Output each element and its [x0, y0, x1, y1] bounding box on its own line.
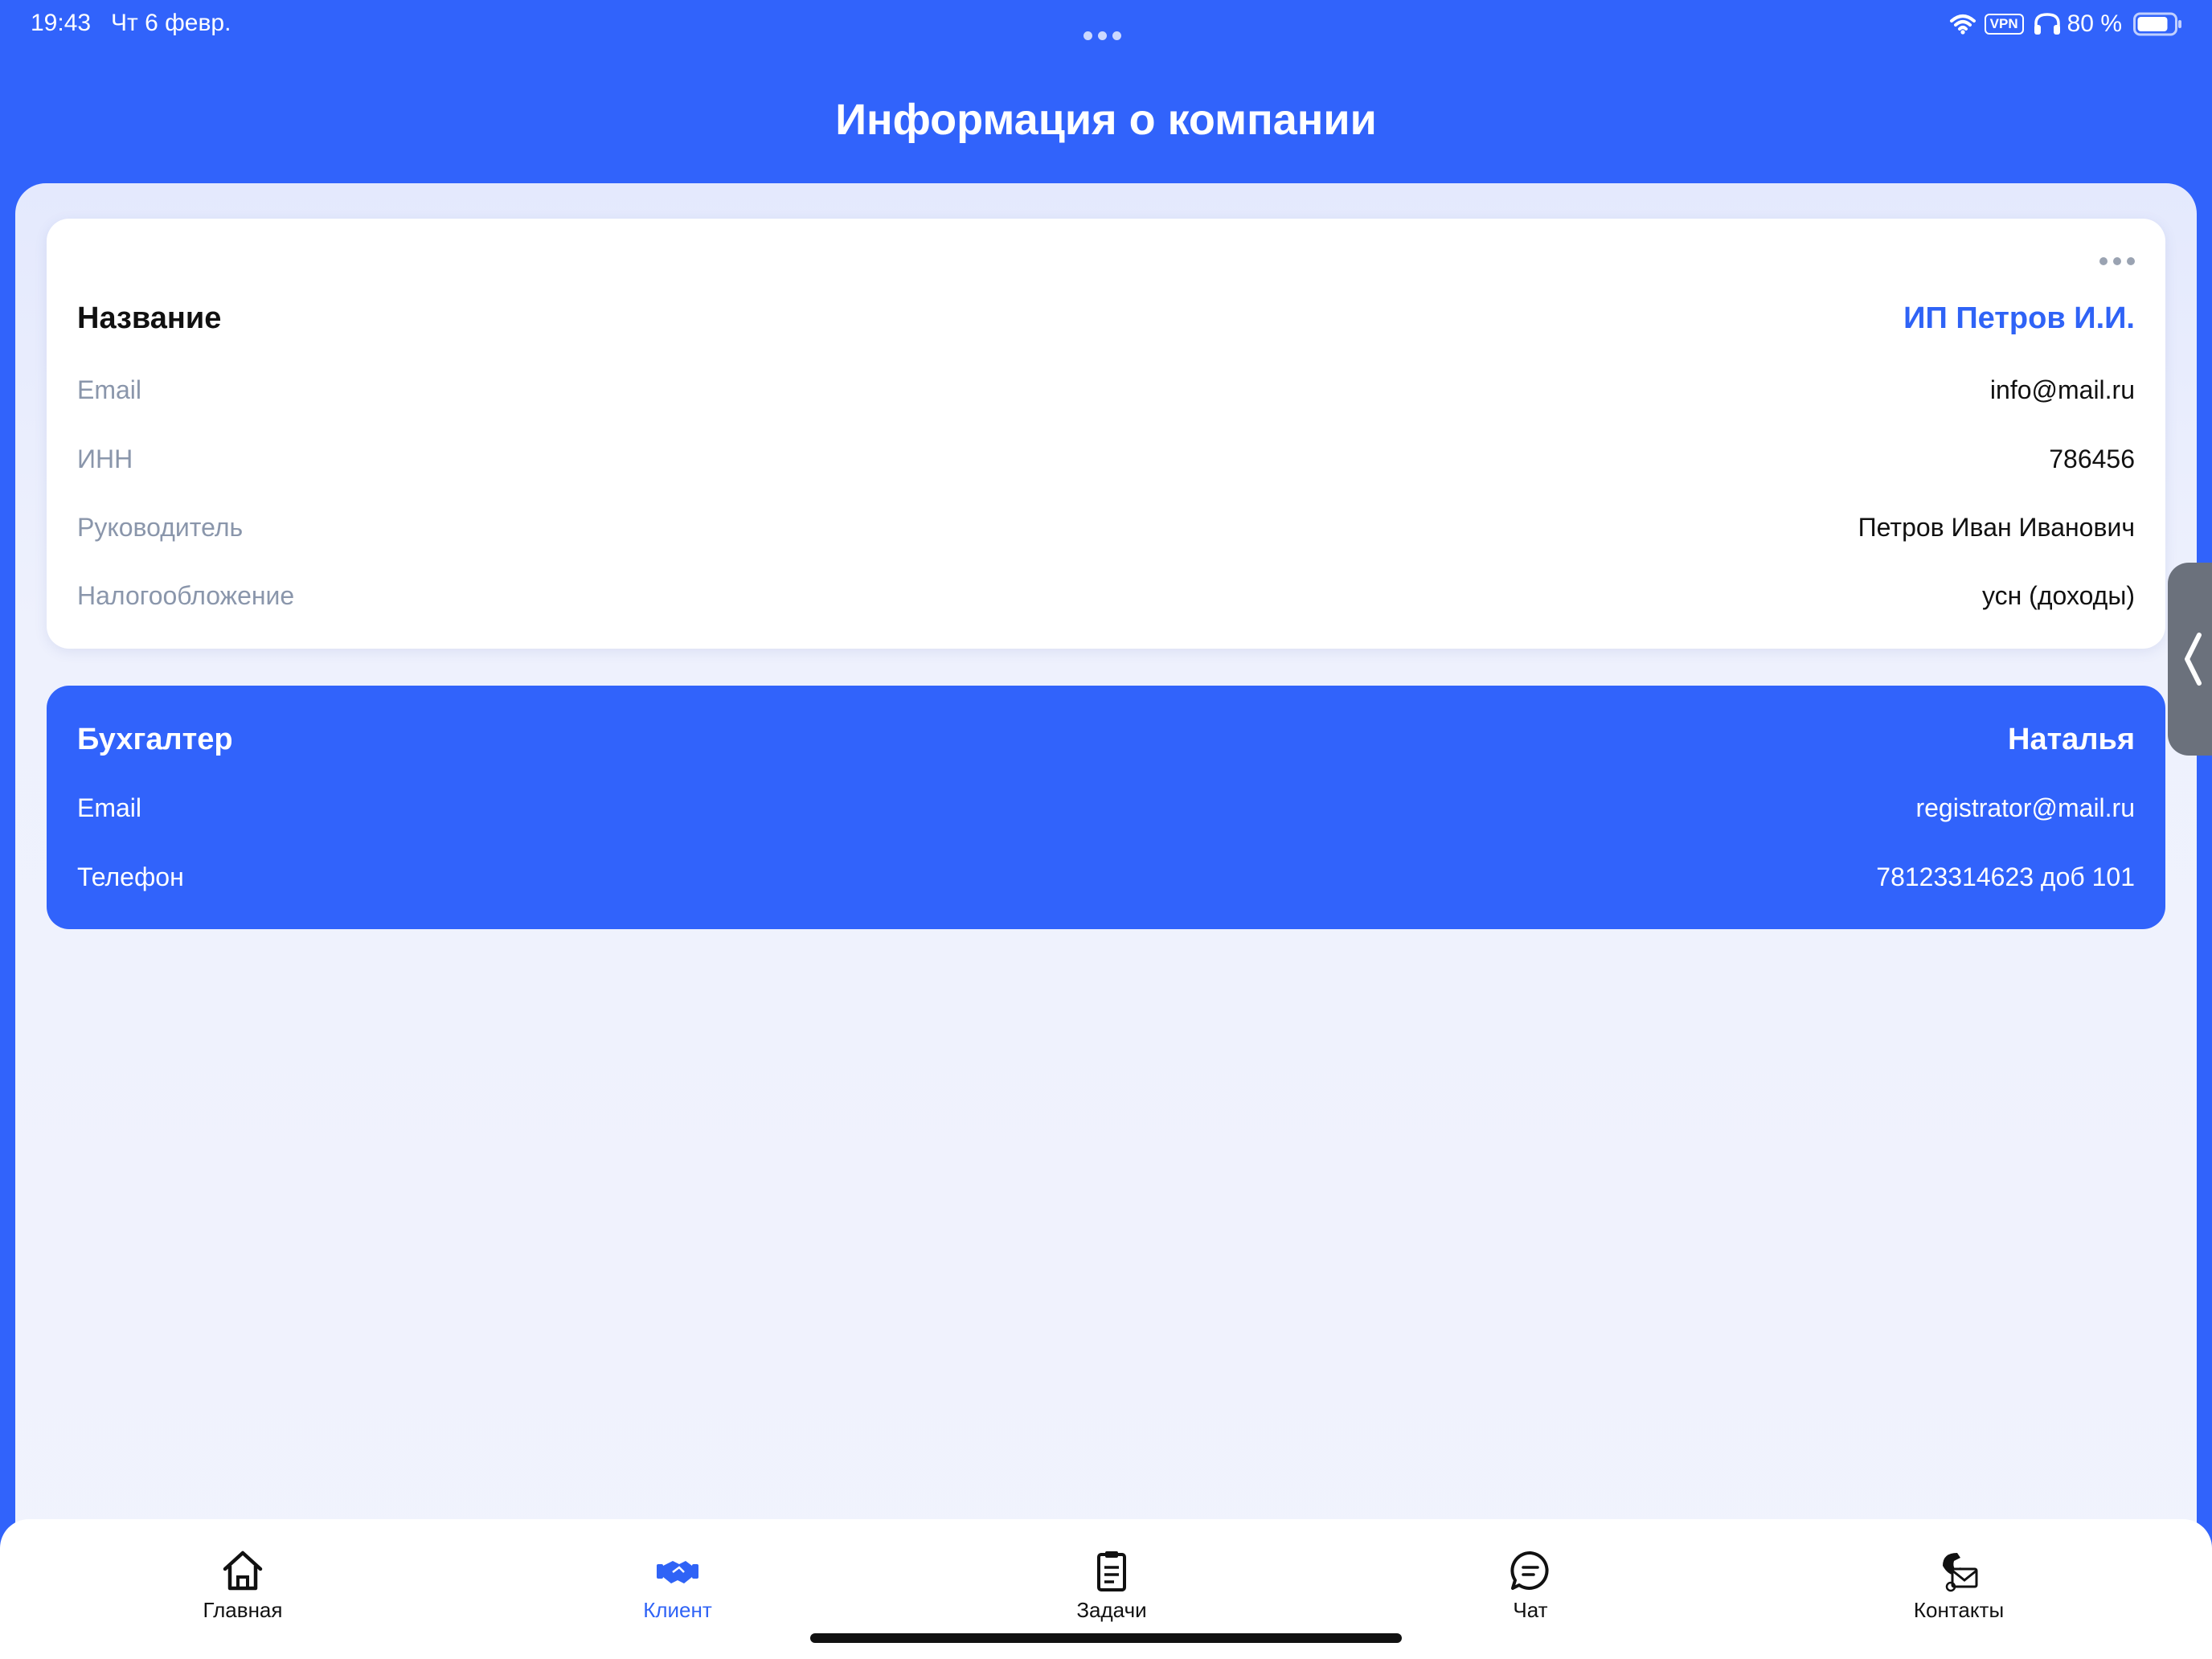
page-title: Информация о компании	[835, 96, 1377, 144]
accountant-phone-value[interactable]: 78123314623 доб 101	[1876, 862, 2135, 892]
multitasking-dots-icon[interactable]	[1083, 19, 1129, 40]
accountant-email-label: Email	[77, 793, 142, 822]
headphones-icon	[2034, 13, 2060, 35]
battery-icon	[2133, 12, 2181, 36]
company-inn-value: 786456	[2049, 444, 2135, 473]
tab-client-label: Клиент	[643, 1598, 712, 1622]
company-name-value: ИП Петров И.И.	[1903, 301, 2135, 335]
company-info-card: Название ИП Петров И.И. Email info@mail.…	[47, 219, 2165, 649]
accountant-phone-label: Телефон	[77, 862, 184, 891]
status-date: Чт 6 февр.	[111, 10, 231, 36]
company-taxation-value: усн (доходы)	[1981, 581, 2135, 610]
tab-home-label: Главная	[203, 1598, 283, 1622]
side-panel-handle[interactable]	[2168, 563, 2212, 756]
company-director-label: Руководитель	[77, 513, 244, 542]
contacts-icon	[1943, 1553, 1978, 1592]
company-director-row: Руководитель Петров Иван Иванович	[77, 513, 2135, 553]
chat-bubble-icon	[1510, 1550, 1549, 1590]
wifi-icon	[1949, 14, 1976, 35]
clipboard-icon	[1097, 1551, 1126, 1591]
accountant-email-row: Email registrator@mail.ru	[77, 793, 2135, 834]
tab-chat-label: Чат	[1513, 1598, 1548, 1622]
accountant-card: Бухгалтер Наталья Email registrator@mail…	[47, 686, 2165, 929]
company-taxation-label: Налогообложение	[77, 581, 295, 610]
accountant-name-value: Наталья	[2008, 723, 2135, 756]
tab-tasks-label: Задачи	[1076, 1598, 1147, 1622]
tab-contacts[interactable]: Контакты	[1854, 1548, 2063, 1623]
company-email-label: Email	[77, 375, 142, 404]
tab-home[interactable]: Главная	[138, 1548, 347, 1623]
company-taxation-row: Налогообложение усн (доходы)	[77, 581, 2135, 621]
home-icon	[223, 1550, 263, 1591]
company-inn-label: ИНН	[77, 444, 133, 473]
accountant-name-row: Бухгалтер Наталья	[77, 723, 2135, 763]
status-bar: 19:43 Чт 6 февр. VPN 80 %	[0, 0, 2212, 51]
vpn-badge: VPN	[1984, 14, 2024, 35]
accountant-phone-row: Телефон 78123314623 доб 101	[77, 862, 2135, 903]
company-name-row: Название ИП Петров И.И.	[77, 301, 2135, 342]
more-options-icon[interactable]	[2099, 257, 2135, 267]
tab-tasks[interactable]: Задачи	[1007, 1548, 1216, 1623]
status-time: 19:43	[31, 10, 92, 36]
handshake-icon	[657, 1561, 698, 1583]
company-email-value[interactable]: info@mail.ru	[1990, 375, 2135, 405]
tab-chat[interactable]: Чат	[1426, 1548, 1635, 1623]
chevron-left-icon	[2185, 633, 2202, 686]
company-inn-row: ИНН 786456	[77, 444, 2135, 485]
company-name-label: Название	[77, 301, 222, 335]
tab-client[interactable]: Клиент	[573, 1548, 782, 1623]
company-email-row: Email info@mail.ru	[77, 375, 2135, 416]
tab-contacts-label: Контакты	[1913, 1598, 2005, 1622]
home-indicator[interactable]	[810, 1633, 1402, 1643]
accountant-label: Бухгалтер	[77, 723, 233, 756]
battery-percentage: 80 %	[2067, 10, 2122, 37]
status-indicators: VPN 80 %	[1949, 8, 2183, 40]
company-director-value: Петров Иван Иванович	[1858, 513, 2135, 542]
accountant-email-value[interactable]: registrator@mail.ru	[1915, 793, 2135, 823]
